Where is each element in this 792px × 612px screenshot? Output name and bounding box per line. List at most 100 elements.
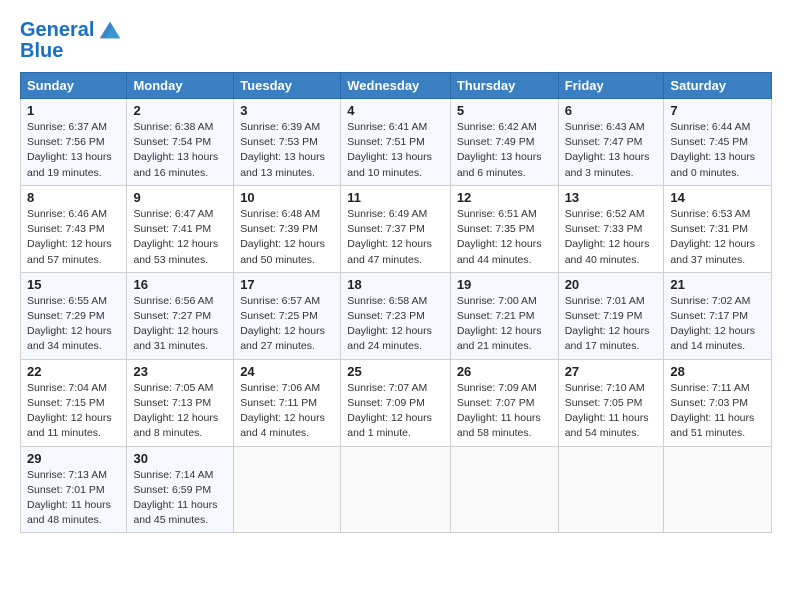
day-info: Sunrise: 6:37 AMSunset: 7:56 PMDaylight:… [27, 120, 120, 181]
week-row-2: 8 Sunrise: 6:46 AMSunset: 7:43 PMDaylight… [21, 185, 772, 272]
week-row-5: 29 Sunrise: 7:13 AMSunset: 7:01 PMDayligh… [21, 446, 772, 533]
day-number: 15 [27, 277, 120, 292]
day-number: 5 [457, 103, 552, 118]
day-number: 19 [457, 277, 552, 292]
calendar-cell [341, 446, 451, 533]
calendar-cell: 7 Sunrise: 6:44 AMSunset: 7:45 PMDaylight… [664, 99, 772, 186]
day-info: Sunrise: 7:02 AMSunset: 7:17 PMDaylight:… [670, 294, 765, 355]
calendar-cell: 23 Sunrise: 7:05 AMSunset: 7:13 PMDayligh… [127, 359, 234, 446]
day-number: 11 [347, 190, 444, 205]
day-info: Sunrise: 6:44 AMSunset: 7:45 PMDaylight:… [670, 120, 765, 181]
calendar-cell: 24 Sunrise: 7:06 AMSunset: 7:11 PMDayligh… [234, 359, 341, 446]
day-number: 29 [27, 451, 120, 466]
weekday-header-wednesday: Wednesday [341, 73, 451, 99]
day-info: Sunrise: 6:39 AMSunset: 7:53 PMDaylight:… [240, 120, 334, 181]
day-info: Sunrise: 7:14 AMSunset: 6:59 PMDaylight:… [133, 468, 227, 529]
day-info: Sunrise: 6:38 AMSunset: 7:54 PMDaylight:… [133, 120, 227, 181]
week-row-1: 1 Sunrise: 6:37 AMSunset: 7:56 PMDaylight… [21, 99, 772, 186]
calendar-cell: 26 Sunrise: 7:09 AMSunset: 7:07 PMDayligh… [450, 359, 558, 446]
day-number: 28 [670, 364, 765, 379]
logo: General Blue [20, 16, 124, 62]
calendar-cell [450, 446, 558, 533]
header: General Blue [20, 16, 772, 62]
calendar-cell: 19 Sunrise: 7:00 AMSunset: 7:21 PMDayligh… [450, 272, 558, 359]
day-info: Sunrise: 7:04 AMSunset: 7:15 PMDaylight:… [27, 381, 120, 442]
day-info: Sunrise: 7:00 AMSunset: 7:21 PMDaylight:… [457, 294, 552, 355]
day-number: 20 [565, 277, 658, 292]
day-info: Sunrise: 7:07 AMSunset: 7:09 PMDaylight:… [347, 381, 444, 442]
calendar-cell: 5 Sunrise: 6:42 AMSunset: 7:49 PMDaylight… [450, 99, 558, 186]
calendar-cell: 10 Sunrise: 6:48 AMSunset: 7:39 PMDayligh… [234, 185, 341, 272]
week-row-4: 22Sunrise: 7:04 AMSunset: 7:15 PMDayligh… [21, 359, 772, 446]
day-number: 4 [347, 103, 444, 118]
calendar-cell [234, 446, 341, 533]
logo-blue-text: Blue [20, 40, 63, 62]
weekday-header-saturday: Saturday [664, 73, 772, 99]
day-number: 8 [27, 190, 120, 205]
calendar-cell: 29 Sunrise: 7:13 AMSunset: 7:01 PMDayligh… [21, 446, 127, 533]
calendar-cell: 20 Sunrise: 7:01 AMSunset: 7:19 PMDayligh… [558, 272, 664, 359]
day-number: 7 [670, 103, 765, 118]
day-info: Sunrise: 6:48 AMSunset: 7:39 PMDaylight:… [240, 207, 334, 268]
day-number: 1 [27, 103, 120, 118]
calendar-cell [558, 446, 664, 533]
day-number: 2 [133, 103, 227, 118]
calendar-cell: 3 Sunrise: 6:39 AMSunset: 7:53 PMDaylight… [234, 99, 341, 186]
weekday-header-friday: Friday [558, 73, 664, 99]
day-info: Sunrise: 6:42 AMSunset: 7:49 PMDaylight:… [457, 120, 552, 181]
day-number: 9 [133, 190, 227, 205]
day-number: 18 [347, 277, 444, 292]
calendar-cell [664, 446, 772, 533]
day-info: Sunrise: 7:10 AMSunset: 7:05 PMDaylight:… [565, 381, 658, 442]
day-info: Sunrise: 6:57 AMSunset: 7:25 PMDaylight:… [240, 294, 334, 355]
calendar-cell: 11 Sunrise: 6:49 AMSunset: 7:37 PMDayligh… [341, 185, 451, 272]
calendar-cell: 25Sunrise: 7:07 AMSunset: 7:09 PMDayligh… [341, 359, 451, 446]
weekday-header-row: SundayMondayTuesdayWednesdayThursdayFrid… [21, 73, 772, 99]
day-number: 12 [457, 190, 552, 205]
calendar-cell: 6 Sunrise: 6:43 AMSunset: 7:47 PMDaylight… [558, 99, 664, 186]
calendar-cell: 14 Sunrise: 6:53 AMSunset: 7:31 PMDayligh… [664, 185, 772, 272]
day-number: 17 [240, 277, 334, 292]
day-number: 23 [133, 364, 227, 379]
day-number: 14 [670, 190, 765, 205]
day-info: Sunrise: 6:47 AMSunset: 7:41 PMDaylight:… [133, 207, 227, 268]
day-info: Sunrise: 6:49 AMSunset: 7:37 PMDaylight:… [347, 207, 444, 268]
calendar-cell: 12Sunrise: 6:51 AMSunset: 7:35 PMDayligh… [450, 185, 558, 272]
calendar-cell: 2 Sunrise: 6:38 AMSunset: 7:54 PMDaylight… [127, 99, 234, 186]
weekday-header-thursday: Thursday [450, 73, 558, 99]
calendar-cell: 16Sunrise: 6:56 AMSunset: 7:27 PMDayligh… [127, 272, 234, 359]
day-number: 26 [457, 364, 552, 379]
day-info: Sunrise: 7:11 AMSunset: 7:03 PMDaylight:… [670, 381, 765, 442]
day-number: 13 [565, 190, 658, 205]
weekday-header-sunday: Sunday [21, 73, 127, 99]
calendar-cell: 1 Sunrise: 6:37 AMSunset: 7:56 PMDaylight… [21, 99, 127, 186]
day-info: Sunrise: 6:46 AMSunset: 7:43 PMDaylight:… [27, 207, 120, 268]
day-info: Sunrise: 7:01 AMSunset: 7:19 PMDaylight:… [565, 294, 658, 355]
calendar-table: SundayMondayTuesdayWednesdayThursdayFrid… [20, 72, 772, 533]
calendar-cell: 30 Sunrise: 7:14 AMSunset: 6:59 PMDayligh… [127, 446, 234, 533]
week-row-3: 15 Sunrise: 6:55 AMSunset: 7:29 PMDayligh… [21, 272, 772, 359]
day-info: Sunrise: 6:41 AMSunset: 7:51 PMDaylight:… [347, 120, 444, 181]
day-info: Sunrise: 7:13 AMSunset: 7:01 PMDaylight:… [27, 468, 120, 529]
day-number: 21 [670, 277, 765, 292]
calendar-cell: 18Sunrise: 6:58 AMSunset: 7:23 PMDayligh… [341, 272, 451, 359]
calendar-cell: 21 Sunrise: 7:02 AMSunset: 7:17 PMDayligh… [664, 272, 772, 359]
day-info: Sunrise: 6:43 AMSunset: 7:47 PMDaylight:… [565, 120, 658, 181]
calendar-cell: 28 Sunrise: 7:11 AMSunset: 7:03 PMDayligh… [664, 359, 772, 446]
day-info: Sunrise: 7:09 AMSunset: 7:07 PMDaylight:… [457, 381, 552, 442]
day-info: Sunrise: 7:05 AMSunset: 7:13 PMDaylight:… [133, 381, 227, 442]
day-number: 30 [133, 451, 227, 466]
day-number: 10 [240, 190, 334, 205]
calendar-cell: 27Sunrise: 7:10 AMSunset: 7:05 PMDayligh… [558, 359, 664, 446]
day-info: Sunrise: 6:55 AMSunset: 7:29 PMDaylight:… [27, 294, 120, 355]
day-info: Sunrise: 6:56 AMSunset: 7:27 PMDaylight:… [133, 294, 227, 355]
day-number: 24 [240, 364, 334, 379]
day-info: Sunrise: 7:06 AMSunset: 7:11 PMDaylight:… [240, 381, 334, 442]
day-number: 6 [565, 103, 658, 118]
calendar-cell: 8 Sunrise: 6:46 AMSunset: 7:43 PMDaylight… [21, 185, 127, 272]
calendar-cell: 9 Sunrise: 6:47 AMSunset: 7:41 PMDaylight… [127, 185, 234, 272]
day-info: Sunrise: 6:53 AMSunset: 7:31 PMDaylight:… [670, 207, 765, 268]
day-number: 3 [240, 103, 334, 118]
day-info: Sunrise: 6:52 AMSunset: 7:33 PMDaylight:… [565, 207, 658, 268]
page: General Blue SundayMondayTuesdayWednesda… [0, 0, 792, 543]
